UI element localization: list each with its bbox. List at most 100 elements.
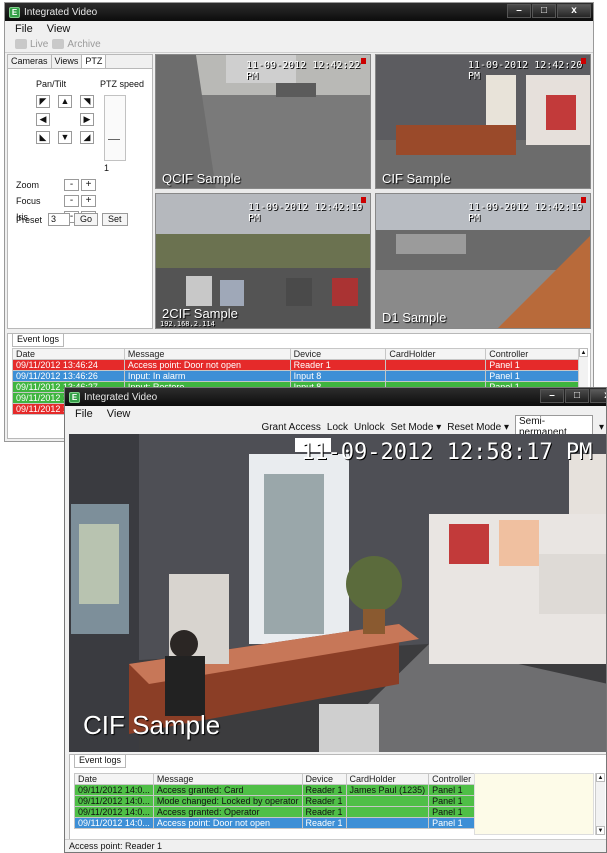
col-date[interactable]: Date (12, 348, 125, 360)
arrow-up-right-icon[interactable]: ◥ (80, 95, 94, 108)
cell-date: 09/11/2012 14:0... (74, 784, 154, 796)
tab-event-logs[interactable]: Event logs (74, 755, 127, 768)
arrow-down-left-icon[interactable]: ◣ (36, 131, 50, 144)
col-device[interactable]: Device (289, 348, 387, 360)
set-mode-dropdown[interactable]: Set Mode ▾ (391, 422, 442, 433)
cell-controller: Panel 1 (428, 806, 476, 818)
video-tile-cif[interactable]: 11-09-2012 12:42:20 PM CIF Sample (375, 54, 591, 189)
tab-event-logs[interactable]: Event logs (12, 334, 65, 347)
cell-device: Reader 1 (289, 359, 387, 371)
video-tile-qcif[interactable]: 11-09-2012 12:42:22 PM QCIF Sample (155, 54, 371, 189)
pan-tilt-pad: ◤ ▲ ◥ ◀ ▶ ◣ ▼ ◢ (36, 95, 94, 144)
titlebar[interactable]: E Integrated Video – □ x (5, 3, 593, 21)
zoom-minus-button[interactable]: - (64, 179, 79, 191)
col-controller[interactable]: Controller (428, 773, 476, 785)
titlebar[interactable]: E Integrated Video – □ x (65, 388, 606, 406)
arrow-right-icon[interactable]: ▶ (80, 113, 94, 126)
table-row[interactable]: 09/11/2012 13:46:24 Access point: Door no… (12, 359, 584, 371)
col-message[interactable]: Message (123, 348, 291, 360)
pan-tilt-label: Pan/Tilt (36, 79, 67, 89)
preset-label: Preset (16, 214, 43, 225)
cell-controller: Panel 1 (428, 784, 476, 796)
close-button[interactable]: x (590, 389, 606, 403)
event-log-panel: Event logs Date Message Device CardHolde… (69, 754, 606, 840)
maximize-button[interactable]: □ (532, 4, 556, 18)
cell-device: Reader 1 (301, 784, 347, 796)
window-title: Integrated Video (84, 391, 158, 403)
live-button[interactable]: Live (30, 39, 48, 50)
col-message[interactable]: Message (152, 773, 303, 785)
cell-cardholder (385, 370, 487, 382)
menu-view[interactable]: View (107, 408, 131, 420)
video-tile-2cif[interactable]: 11-09-2012 12:42:19 PM 2CIF Sample 192.1… (155, 193, 371, 329)
preset-set-button[interactable]: Set (102, 213, 128, 226)
table-row[interactable]: 09/11/2012 14:0... Mode changed: Locked b… (74, 795, 476, 807)
record-icon (361, 197, 366, 203)
preset-spinner[interactable]: 3 (48, 213, 71, 226)
close-button[interactable]: x (557, 4, 591, 18)
record-icon (581, 58, 586, 64)
chevron-down-icon: ▾ (436, 421, 442, 433)
col-cardholder[interactable]: CardHolder (345, 773, 430, 785)
menu-view[interactable]: View (47, 23, 71, 35)
scroll-up-icon[interactable]: ▲ (596, 773, 605, 782)
live-video-view[interactable]: 11-09-2012 12:58:17 PM CIF Sample (69, 434, 606, 752)
table-row[interactable]: 09/11/2012 14:0... Access point: Door not… (74, 817, 476, 829)
focus-minus-button[interactable]: - (64, 195, 79, 207)
cell-message: Input: In alarm (123, 370, 291, 382)
archive-button[interactable]: Archive (67, 39, 100, 50)
status-bar: Access point: Reader 1 (65, 839, 606, 852)
menu-file[interactable]: File (15, 23, 33, 35)
tile-label: QCIF Sample (162, 171, 241, 186)
col-controller[interactable]: Controller (485, 348, 584, 360)
col-cardholder[interactable]: CardHolder (385, 348, 487, 360)
event-log-table: Date Message Device CardHolder Controlle… (74, 773, 476, 829)
col-date[interactable]: Date (74, 773, 154, 785)
cell-controller: Panel 1 (485, 370, 584, 382)
tile-timestamp: 11-09-2012 12:42:19 PM (248, 202, 363, 224)
cell-cardholder: James Paul (1235) (345, 784, 430, 796)
cell-message: Mode changed: Locked by operator (152, 795, 303, 807)
arrow-down-icon[interactable]: ▼ (58, 131, 72, 144)
cell-message: Access point: Door not open (123, 359, 291, 371)
cell-date: 09/11/2012 14:0... (74, 817, 154, 829)
maximize-button[interactable]: □ (565, 389, 589, 403)
video-tile-d1[interactable]: 11-09-2012 12:42:19 PM D1 Sample (375, 193, 591, 329)
tab-views[interactable]: Views (52, 55, 83, 68)
table-row[interactable]: 09/11/2012 13:46:26 Input: In alarm Input … (12, 370, 584, 382)
preset-go-button[interactable]: Go (74, 213, 99, 226)
arrow-up-icon[interactable]: ▲ (58, 95, 72, 108)
tab-cameras[interactable]: Cameras (8, 55, 52, 68)
unlock-button[interactable]: Unlock (354, 422, 385, 433)
ptz-speed-slider[interactable] (104, 95, 126, 161)
reset-mode-dropdown[interactable]: Reset Mode ▾ (447, 422, 509, 433)
arrow-left-icon[interactable]: ◀ (36, 113, 50, 126)
table-row[interactable]: 09/11/2012 14:0... Access granted: Operat… (74, 806, 476, 818)
cell-date: 09/11/2012 13:46:24 (12, 359, 125, 371)
focus-plus-button[interactable]: + (81, 195, 96, 207)
scroll-down-icon[interactable]: ▼ (596, 826, 605, 835)
tile-label: D1 Sample (382, 310, 447, 325)
chevron-down-icon[interactable]: ▾ (599, 422, 604, 433)
slider-thumb[interactable] (108, 132, 120, 140)
archive-icon (52, 39, 65, 49)
ptz-panel: Cameras Views PTZ Pan/Tilt PTZ speed ◤ ▲… (7, 54, 153, 329)
zoom-plus-button[interactable]: + (81, 179, 96, 191)
cell-controller: Panel 1 (485, 359, 584, 371)
arrow-up-left-icon[interactable]: ◤ (36, 95, 50, 108)
record-icon (581, 197, 586, 203)
cell-message: Access point: Door not open (152, 817, 303, 829)
table-row[interactable]: 09/11/2012 14:0... Access granted: Card Re… (74, 784, 476, 796)
minimize-button[interactable]: – (540, 389, 564, 403)
col-device[interactable]: Device (301, 773, 347, 785)
tab-ptz[interactable]: PTZ (82, 55, 107, 68)
event-log-scrollbar[interactable]: ▲ ▼ (595, 773, 605, 835)
scroll-up-icon[interactable]: ▲ (579, 348, 588, 357)
lock-button[interactable]: Lock (327, 422, 348, 433)
cell-device: Reader 1 (301, 817, 347, 829)
menu-file[interactable]: File (75, 408, 93, 420)
cell-device: Reader 1 (301, 795, 347, 807)
arrow-down-right-icon[interactable]: ◢ (80, 131, 94, 144)
minimize-button[interactable]: – (507, 4, 531, 18)
grant-access-button[interactable]: Grant Access (261, 422, 320, 433)
